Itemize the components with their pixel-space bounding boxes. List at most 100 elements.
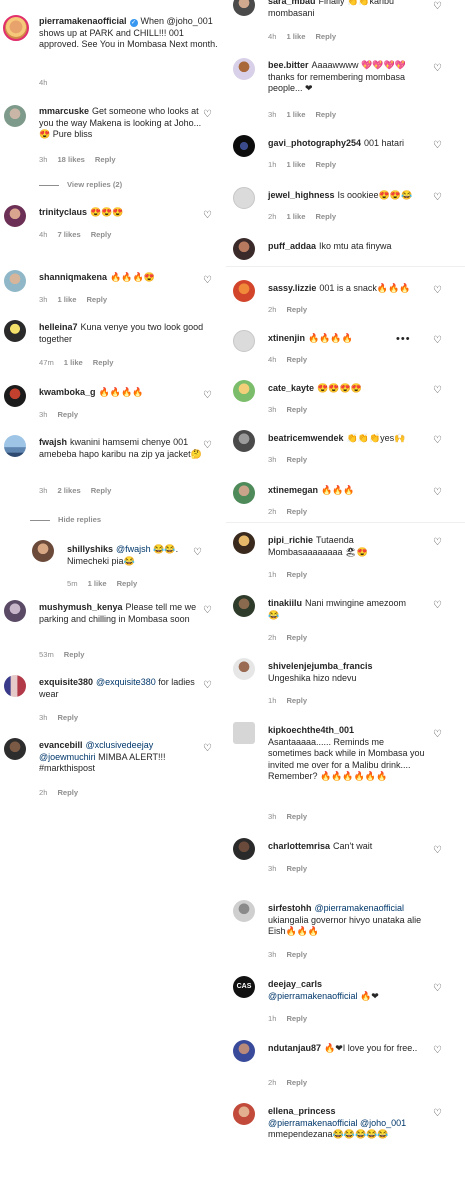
reply-button[interactable]: Reply bbox=[286, 570, 307, 579]
avatar[interactable] bbox=[233, 58, 255, 80]
heart-icon[interactable]: ♡ bbox=[433, 730, 442, 740]
avatar[interactable] bbox=[233, 135, 255, 157]
mention[interactable]: @pierramakenaofficial bbox=[315, 903, 405, 913]
heart-icon[interactable]: ♡ bbox=[433, 846, 442, 856]
heart-icon[interactable]: ♡ bbox=[433, 984, 442, 994]
likes-count[interactable]: 2 likes bbox=[57, 486, 80, 495]
reply-button[interactable]: Reply bbox=[286, 1014, 307, 1023]
heart-icon[interactable]: ♡ bbox=[433, 1109, 442, 1119]
mention[interactable]: @pierramakenaofficial @joho_001 bbox=[268, 1118, 406, 1128]
avatar[interactable] bbox=[4, 738, 26, 760]
heart-icon[interactable]: ♡ bbox=[193, 548, 202, 558]
avatar[interactable] bbox=[4, 675, 26, 697]
heart-icon[interactable]: ♡ bbox=[203, 276, 212, 286]
reply-button[interactable]: Reply bbox=[315, 212, 336, 221]
username[interactable]: sara_mbau bbox=[268, 0, 316, 6]
username[interactable]: exquisite380 bbox=[39, 677, 93, 687]
avatar[interactable] bbox=[4, 320, 26, 342]
avatar[interactable] bbox=[233, 722, 255, 744]
heart-icon[interactable]: ♡ bbox=[433, 538, 442, 548]
heart-icon[interactable]: ♡ bbox=[433, 2, 442, 12]
reply-button[interactable]: Reply bbox=[286, 405, 307, 414]
reply-button[interactable]: Reply bbox=[286, 812, 307, 821]
reply-button[interactable]: Reply bbox=[57, 788, 78, 797]
username[interactable]: pipi_richie bbox=[268, 535, 313, 545]
username[interactable]: helleina7 bbox=[39, 322, 78, 332]
reply-button[interactable]: Reply bbox=[315, 110, 336, 119]
reply-button[interactable]: Reply bbox=[57, 410, 78, 419]
avatar[interactable] bbox=[4, 270, 26, 292]
heart-icon[interactable]: ♡ bbox=[433, 193, 442, 203]
heart-icon[interactable]: ♡ bbox=[433, 386, 442, 396]
heart-icon[interactable]: ♡ bbox=[433, 141, 442, 151]
avatar[interactable] bbox=[4, 205, 26, 227]
reply-button[interactable]: Reply bbox=[286, 455, 307, 464]
reply-button[interactable]: Reply bbox=[286, 1078, 307, 1087]
username[interactable]: shillyshiks bbox=[67, 544, 113, 554]
likes-count[interactable]: 1 like bbox=[286, 32, 305, 41]
reply-button[interactable]: Reply bbox=[57, 713, 78, 722]
avatar[interactable] bbox=[233, 482, 255, 504]
avatar[interactable] bbox=[233, 430, 255, 452]
heart-icon[interactable]: ♡ bbox=[203, 744, 212, 754]
likes-count[interactable]: 1 like bbox=[64, 358, 83, 367]
username[interactable]: cate_kayte bbox=[268, 383, 314, 393]
username[interactable]: xtinenjin bbox=[268, 333, 305, 343]
heart-icon[interactable]: ♡ bbox=[203, 606, 212, 616]
avatar[interactable] bbox=[4, 600, 26, 622]
username[interactable]: shanniqmakena bbox=[39, 272, 107, 282]
reply-button[interactable]: Reply bbox=[91, 486, 112, 495]
likes-count[interactable]: 7 likes bbox=[57, 230, 80, 239]
avatar[interactable] bbox=[233, 838, 255, 860]
heart-icon[interactable]: ♡ bbox=[433, 601, 442, 611]
avatar[interactable] bbox=[233, 900, 255, 922]
username[interactable]: mmarcuske bbox=[39, 106, 89, 116]
heart-icon[interactable]: ♡ bbox=[433, 336, 442, 346]
avatar[interactable] bbox=[4, 105, 26, 127]
username[interactable]: gavi_photography254 bbox=[268, 138, 361, 148]
username[interactable]: trinityclaus bbox=[39, 207, 87, 217]
username[interactable]: fwajsh bbox=[39, 437, 67, 447]
avatar[interactable] bbox=[233, 380, 255, 402]
username[interactable]: bee.bitter bbox=[268, 60, 309, 70]
reply-button[interactable]: Reply bbox=[315, 32, 336, 41]
avatar[interactable] bbox=[233, 532, 255, 554]
avatar[interactable] bbox=[4, 435, 26, 457]
likes-count[interactable]: 18 likes bbox=[57, 155, 84, 164]
reply-button[interactable]: Reply bbox=[286, 950, 307, 959]
reply-button[interactable]: Reply bbox=[93, 358, 114, 367]
heart-icon[interactable]: ♡ bbox=[203, 681, 212, 691]
username[interactable]: puff_addaa bbox=[268, 241, 316, 251]
username[interactable]: beatricemwendek bbox=[268, 433, 344, 443]
avatar[interactable] bbox=[233, 1040, 255, 1062]
hide-replies-button[interactable]: Hide replies bbox=[30, 515, 101, 524]
reply-button[interactable]: Reply bbox=[286, 507, 307, 516]
username[interactable]: ndutanjau87 bbox=[268, 1043, 321, 1053]
heart-icon[interactable]: ♡ bbox=[433, 1046, 442, 1056]
username[interactable]: jewel_highness bbox=[268, 190, 335, 200]
likes-count[interactable]: 1 like bbox=[57, 295, 76, 304]
username[interactable]: shivelenjejumba_francis bbox=[268, 661, 430, 673]
mention[interactable]: @exquisite380 bbox=[96, 677, 156, 687]
username[interactable]: kwamboka_g bbox=[39, 387, 96, 397]
heart-icon[interactable]: ♡ bbox=[203, 110, 212, 120]
reply-button[interactable]: Reply bbox=[315, 160, 336, 169]
view-replies-button[interactable]: View replies (2) bbox=[39, 180, 122, 189]
username[interactable]: sirfestohh bbox=[268, 903, 312, 913]
avatar[interactable] bbox=[233, 1103, 255, 1125]
username[interactable]: xtinemegan bbox=[268, 485, 318, 495]
avatar[interactable]: CAS bbox=[233, 976, 255, 998]
more-options-icon[interactable]: ••• bbox=[396, 333, 411, 345]
avatar[interactable] bbox=[233, 330, 255, 352]
reply-button[interactable]: Reply bbox=[91, 230, 112, 239]
reply-button[interactable]: Reply bbox=[286, 696, 307, 705]
heart-icon[interactable]: ♡ bbox=[203, 211, 212, 221]
heart-icon[interactable]: ♡ bbox=[433, 488, 442, 498]
username[interactable]: sassy.lizzie bbox=[268, 283, 316, 293]
avatar[interactable] bbox=[233, 187, 255, 209]
heart-icon[interactable]: ♡ bbox=[433, 64, 442, 74]
username[interactable]: evancebill bbox=[39, 740, 83, 750]
heart-icon[interactable]: ♡ bbox=[433, 436, 442, 446]
reply-button[interactable]: Reply bbox=[95, 155, 116, 164]
likes-count[interactable]: 1 like bbox=[286, 110, 305, 119]
